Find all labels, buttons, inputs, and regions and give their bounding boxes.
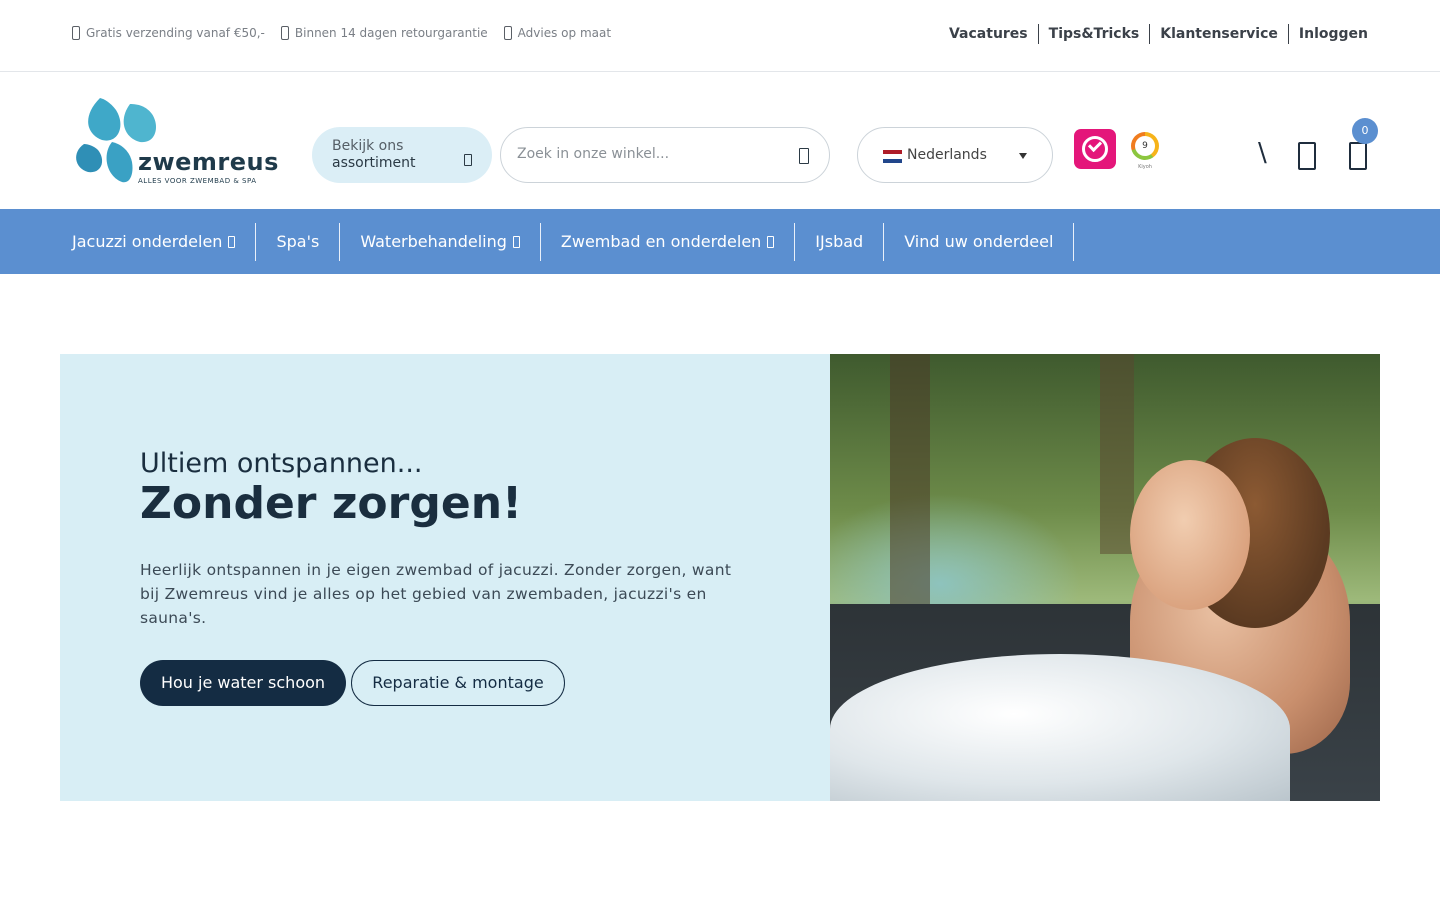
check-icon xyxy=(72,26,80,40)
nav-item-jacuzzi-onderdelen[interactable]: Jacuzzi onderdelen xyxy=(72,223,257,261)
language-label: Nederlands xyxy=(907,147,987,163)
hero-subtitle: Ultiem ontspannen... xyxy=(140,448,423,479)
vacatures-link[interactable]: Vacatures xyxy=(949,24,1038,44)
hero-content: Ultiem ontspannen... Zonder zorgen! Heer… xyxy=(60,354,830,801)
logo-wordmark: zwemreus xyxy=(138,148,279,176)
clean-water-button[interactable]: Hou je water schoon xyxy=(140,660,346,706)
chevron-down-icon xyxy=(464,154,472,166)
hero-banner: Ultiem ontspannen... Zonder zorgen! Heer… xyxy=(60,354,1380,801)
nav-item-spas[interactable]: Spa's xyxy=(256,223,341,261)
usp-text: Gratis verzending vanaf €50,- xyxy=(86,26,265,40)
assortment-button[interactable]: Bekijk ons assortiment xyxy=(312,127,492,183)
dutch-flag-icon xyxy=(883,150,902,163)
usp-text: Advies op maat xyxy=(517,26,612,40)
usp-item: Gratis verzending vanaf €50,- xyxy=(72,26,265,40)
nav-item-label: Spa's xyxy=(276,232,320,251)
usp-item: Advies op maat xyxy=(503,26,612,40)
assortment-label-line1: Bekijk ons xyxy=(332,138,404,154)
hero-title: Zonder zorgen! xyxy=(140,478,523,529)
usp-item: Binnen 14 dagen retourgarantie xyxy=(280,26,488,40)
chevron-down-icon xyxy=(228,236,236,248)
tips-tricks-link[interactable]: Tips&Tricks xyxy=(1037,24,1150,44)
nav-item-label: Waterbehandeling xyxy=(360,232,507,251)
nav-item-ijsbad[interactable]: IJsbad xyxy=(795,223,885,261)
site-header: zwemreus ALLES VOOR ZWEMBAD & SPA Bekijk… xyxy=(0,72,1440,209)
usp-list: Gratis verzending vanaf €50,- Binnen 14 … xyxy=(72,26,611,40)
kiyoh-score: 9 xyxy=(1135,136,1155,156)
user-icon[interactable] xyxy=(1298,142,1316,170)
advice-icon xyxy=(503,26,512,40)
hero-text: Heerlijk ontspannen in je eigen zwembad … xyxy=(140,561,732,627)
top-links: Vacatures Tips&Tricks Klantenservice Inl… xyxy=(949,24,1368,44)
kiyoh-label: Kiyoh xyxy=(1138,164,1152,170)
search-input[interactable] xyxy=(517,146,777,162)
language-selector[interactable]: Nederlands xyxy=(857,127,1053,183)
nav-item-label: Vind uw onderdeel xyxy=(904,232,1054,251)
nav-item-label: Jacuzzi onderdelen xyxy=(72,232,223,251)
nav-item-zwembad-en-onderdelen[interactable]: Zwembad en onderdelen xyxy=(541,223,796,261)
kiyoh-rating-badge[interactable]: 9 Kiyoh xyxy=(1127,130,1163,176)
main-nav: Jacuzzi onderdelen Spa's Waterbehandelin… xyxy=(0,209,1440,274)
hero-image xyxy=(830,354,1380,801)
nav-item-label: Zwembad en onderdelen xyxy=(560,232,762,251)
nav-item-label: IJsbad xyxy=(815,232,864,251)
return-icon xyxy=(280,26,289,40)
nav-item-vind-uw-onderdeel[interactable]: Vind uw onderdeel xyxy=(884,223,1075,261)
inloggen-link[interactable]: Inloggen xyxy=(1287,24,1368,44)
top-bar: Gratis verzending vanaf €50,- Binnen 14 … xyxy=(0,0,1440,72)
webshop-keurmerk-icon[interactable] xyxy=(1074,129,1116,169)
search-bar xyxy=(500,127,830,183)
nav-item-waterbehandeling[interactable]: Waterbehandeling xyxy=(340,223,541,261)
chevron-down-icon xyxy=(512,236,520,248)
chevron-down-icon xyxy=(767,236,775,248)
caret-down-icon xyxy=(1019,153,1027,159)
wishlist-icon[interactable]: \ xyxy=(1258,138,1267,168)
logo-tagline: ALLES VOOR ZWEMBAD & SPA xyxy=(138,177,257,185)
cart-count-badge: 0 xyxy=(1352,118,1378,144)
search-icon[interactable] xyxy=(799,148,809,164)
klantenservice-link[interactable]: Klantenservice xyxy=(1149,24,1288,44)
cart-icon[interactable] xyxy=(1349,142,1367,170)
logo[interactable]: zwemreus ALLES VOOR ZWEMBAD & SPA xyxy=(72,96,278,186)
usp-text: Binnen 14 dagen retourgarantie xyxy=(294,26,488,40)
repair-button[interactable]: Reparatie & montage xyxy=(351,660,565,706)
